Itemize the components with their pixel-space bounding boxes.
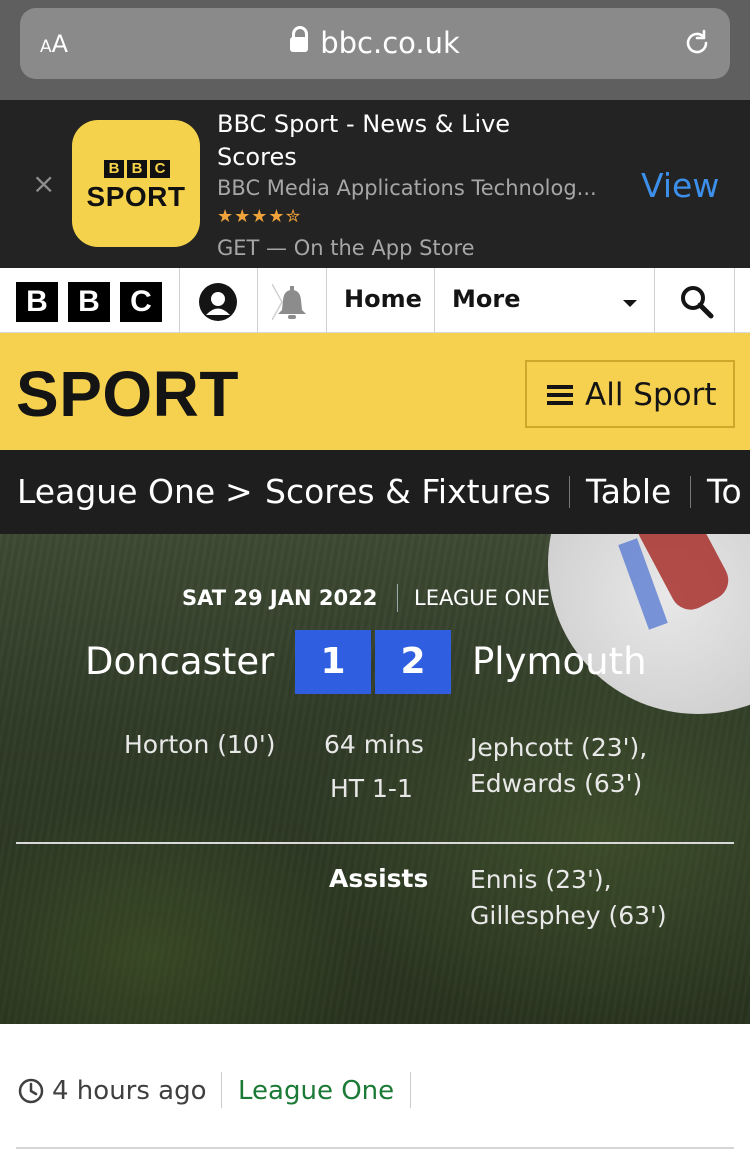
- url-text: bbc.co.uk: [320, 26, 460, 60]
- article-meta: 4 hours ago League One: [0, 1024, 750, 1151]
- all-sport-label: All Sport: [585, 377, 717, 413]
- subnav-top-scorers[interactable]: To: [707, 472, 742, 511]
- home-score: 1: [295, 630, 371, 694]
- away-assist: Ennis (23'),: [470, 865, 612, 894]
- time-ago: 4 hours ago: [52, 1076, 207, 1106]
- nav-divider: [734, 268, 735, 333]
- sport-header: SPORT All Sport: [0, 333, 750, 450]
- nav-divider: [654, 268, 655, 333]
- app-icon[interactable]: BBC SPORT: [72, 120, 200, 247]
- clock-icon: [18, 1078, 44, 1104]
- nav-more-menu[interactable]: More: [452, 285, 520, 313]
- app-store-banner: × BBC SPORT BBC Sport - News & Live Scor…: [0, 100, 750, 268]
- reload-icon[interactable]: [682, 28, 712, 58]
- match-header: SAT 29 JAN 2022 LEAGUE ONE Doncaster 1 2…: [0, 534, 750, 1024]
- browser-toolbar: AA bbc.co.uk: [0, 0, 750, 100]
- match-meta-divider: [397, 584, 398, 612]
- nav-divider: [257, 268, 258, 333]
- away-assists: Ennis (23'), Gillesphey (63'): [470, 862, 667, 934]
- nav-home-link[interactable]: Home: [344, 285, 422, 313]
- home-scorers: Horton (10'): [124, 730, 276, 759]
- match-date: SAT 29 JAN 2022: [182, 586, 378, 610]
- assists-label: Assists: [329, 864, 429, 893]
- star-rating: ★★★★✮: [217, 206, 302, 227]
- half-time-score: HT 1-1: [330, 774, 413, 803]
- away-scorer: Edwards (63'): [470, 769, 643, 798]
- league-link[interactable]: League One: [238, 1076, 394, 1106]
- league-sub-nav: League One > Scores & Fixtures Table To: [0, 450, 750, 534]
- search-icon[interactable]: [678, 283, 714, 319]
- app-store-text: GET — On the App Store: [217, 236, 475, 260]
- away-score: 2: [375, 630, 451, 694]
- app-icon-bbc-logo: BBC: [104, 160, 170, 178]
- divider: [16, 1147, 734, 1149]
- all-sport-button[interactable]: All Sport: [525, 360, 735, 428]
- subnav-scores-fixtures[interactable]: Scores & Fixtures: [265, 472, 551, 511]
- address-bar[interactable]: AA bbc.co.uk: [20, 8, 730, 79]
- bell-icon[interactable]: [272, 284, 312, 320]
- nav-divider: [326, 268, 327, 333]
- subnav-divider: [569, 476, 570, 508]
- account-icon[interactable]: [198, 282, 238, 322]
- away-scorer: Jephcott (23'),: [470, 733, 648, 762]
- match-competition: LEAGUE ONE: [414, 586, 551, 610]
- away-team: Plymouth: [472, 640, 647, 683]
- close-icon[interactable]: ×: [32, 170, 55, 198]
- lock-icon: [290, 26, 309, 54]
- away-assist: Gillesphey (63'): [470, 901, 667, 930]
- meta-divider: [410, 1072, 411, 1108]
- meta-divider: [221, 1072, 222, 1108]
- nav-divider: [434, 268, 435, 333]
- app-developer: BBC Media Applications Technolog...: [217, 176, 597, 200]
- url-display[interactable]: bbc.co.uk: [20, 26, 730, 60]
- subnav-table[interactable]: Table: [586, 472, 671, 511]
- subnav-divider: [690, 476, 691, 508]
- home-team: Doncaster: [85, 640, 275, 683]
- subnav-league-one[interactable]: League One: [17, 472, 215, 511]
- chevron-down-icon[interactable]: [623, 300, 637, 307]
- menu-icon: [547, 385, 573, 405]
- nav-divider: [179, 268, 180, 333]
- football-image: [548, 534, 750, 714]
- sport-title[interactable]: SPORT: [16, 357, 239, 431]
- away-scorers: Jephcott (23'), Edwards (63'): [470, 730, 647, 802]
- bbc-logo[interactable]: BBC: [16, 282, 162, 322]
- divider: [16, 842, 734, 844]
- bbc-global-nav: BBC Home More: [0, 268, 750, 333]
- app-title: BBC Sport - News & Live Scores: [217, 110, 511, 171]
- app-icon-word: SPORT: [86, 181, 186, 212]
- chevron-right-icon: >: [225, 472, 253, 511]
- view-button[interactable]: View: [641, 166, 719, 205]
- match-status: 64 mins: [324, 730, 424, 759]
